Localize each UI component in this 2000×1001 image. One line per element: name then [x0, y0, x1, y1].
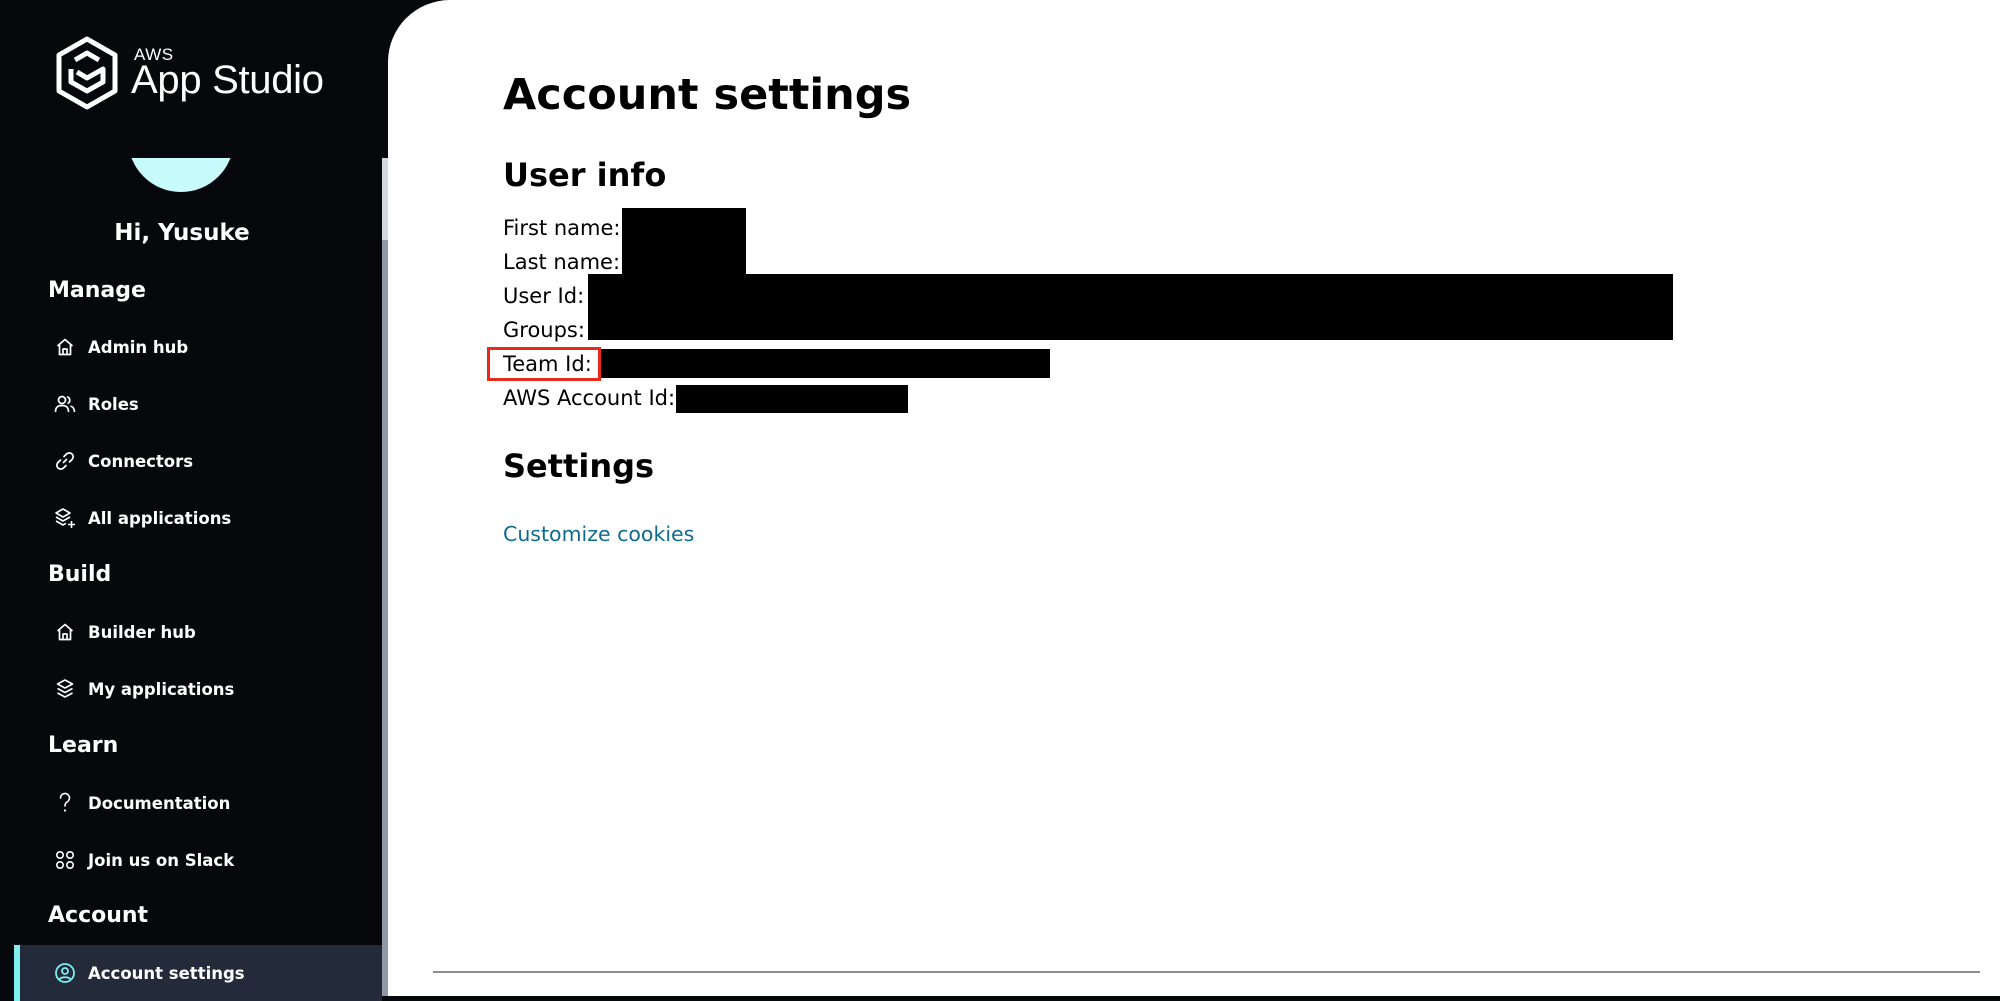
users-icon	[54, 393, 76, 415]
first-name-label: First name:	[503, 216, 621, 240]
redacted-name-values	[622, 208, 746, 276]
avatar[interactable]	[128, 158, 234, 192]
settings-heading: Settings	[503, 447, 655, 485]
sidebar-item-account-settings[interactable]: Account settings	[14, 945, 382, 1001]
sidebar-item-label: Roles	[88, 394, 139, 414]
sidebar: AWS App Studio Hi, Yusuke Manage Admin h…	[0, 0, 382, 1001]
aws-account-id-label: AWS Account Id:	[503, 386, 676, 410]
layers-plus-icon	[54, 507, 76, 529]
sidebar-item-roles[interactable]: Roles	[14, 379, 382, 429]
question-icon	[54, 792, 76, 814]
app-studio-logo-icon	[56, 36, 118, 110]
sidebar-item-label: Documentation	[88, 793, 231, 813]
section-heading-manage: Manage	[48, 278, 146, 303]
sidebar-item-label: Builder hub	[88, 622, 196, 642]
sidebar-item-builder-hub[interactable]: Builder hub	[14, 607, 382, 657]
redacted-team-id-value	[598, 349, 1050, 378]
main-content: Account settings User info First name: L…	[388, 0, 2000, 996]
sidebar-item-connectors[interactable]: Connectors	[14, 436, 382, 486]
link-icon	[54, 450, 76, 472]
avatar-container	[0, 158, 382, 198]
sidebar-item-label: Join us on Slack	[88, 850, 235, 870]
sidebar-item-label: Admin hub	[88, 337, 189, 357]
sidebar-item-join-slack[interactable]: Join us on Slack	[14, 835, 382, 885]
sidebar-item-label: My applications	[88, 679, 235, 699]
sidebar-item-admin-hub[interactable]: Admin hub	[14, 322, 382, 372]
redacted-user-id-groups-values	[588, 274, 1673, 340]
footer-divider	[433, 971, 1980, 973]
section-heading-learn: Learn	[48, 733, 119, 758]
sidebar-item-documentation[interactable]: Documentation	[14, 778, 382, 828]
brand-name: App Studio	[131, 58, 324, 102]
user-info-heading: User info	[503, 156, 667, 194]
layers-icon	[54, 678, 76, 700]
last-name-label: Last name:	[503, 250, 621, 274]
slack-grid-icon	[54, 849, 76, 871]
user-id-label: User Id:	[503, 284, 585, 308]
sidebar-item-label: Account settings	[88, 963, 245, 983]
section-heading-account: Account	[48, 903, 149, 928]
team-id-highlight-box	[487, 347, 601, 381]
redacted-aws-account-id-value	[676, 385, 908, 413]
user-circle-icon	[54, 962, 76, 984]
customize-cookies-link[interactable]: Customize cookies	[503, 522, 694, 546]
sidebar-item-label: All applications	[88, 508, 232, 528]
sidebar-item-label: Connectors	[88, 451, 194, 471]
section-heading-build: Build	[48, 562, 112, 587]
home-icon	[54, 621, 76, 643]
user-greeting: Hi, Yusuke	[114, 220, 250, 246]
home-icon	[54, 336, 76, 358]
sidebar-item-all-applications[interactable]: All applications	[14, 493, 382, 543]
page-title: Account settings	[503, 70, 912, 120]
groups-label: Groups:	[503, 318, 585, 342]
sidebar-item-my-applications[interactable]: My applications	[14, 664, 382, 714]
